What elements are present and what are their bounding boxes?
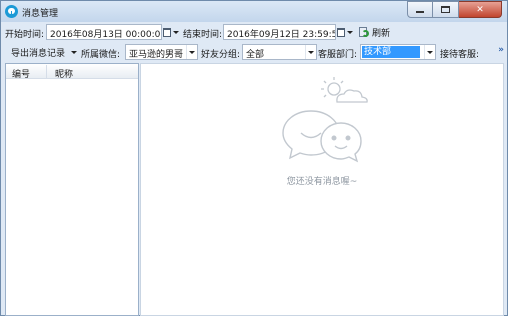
empty-chat-illustration (282, 77, 368, 163)
message-panel: 您还没有消息喔~ (140, 63, 504, 316)
wechat-label: 所属微信: (81, 50, 121, 60)
wechat-select[interactable]: 亚马逊的男哥 (125, 44, 198, 60)
department-select-value: 技术部 (362, 46, 420, 58)
column-header-id[interactable]: 编号 (12, 67, 30, 80)
message-management-window: 消息管理 ✕ 开始时间: 2016年08月13日 00:00:00 结束时间: … (0, 0, 508, 316)
column-header-nickname[interactable]: 昵称 (55, 67, 73, 80)
export-records-label: 导出消息记录 (11, 48, 66, 59)
department-label: 客服部门: (318, 50, 358, 60)
refresh-label: 刷新 (372, 28, 391, 39)
end-date-picker-button[interactable] (337, 25, 355, 39)
time-range-toolbar: 开始时间: 2016年08月13日 00:00:00 结束时间: 2016年09… (5, 23, 505, 41)
sun-cloud-icon (321, 77, 368, 103)
start-date-picker-button[interactable] (163, 25, 181, 39)
session-list[interactable]: 编号 昵称 (5, 63, 139, 316)
app-logo-icon (5, 5, 18, 18)
close-button[interactable]: ✕ (459, 1, 502, 18)
maximize-button[interactable] (433, 1, 459, 18)
wechat-select-value: 亚马逊的男哥 (129, 50, 184, 60)
dropdown-arrow-icon (347, 30, 353, 34)
chevron-down-icon (305, 45, 316, 59)
agent-label: 接待客服: (440, 50, 480, 60)
friend-group-select-value: 全部 (246, 50, 265, 60)
minimize-icon (416, 11, 424, 13)
chevron-down-icon (424, 45, 435, 59)
calendar-icon (163, 27, 171, 37)
dropdown-arrow-icon (71, 50, 78, 54)
end-time-field[interactable]: 2016年09月12日 23:59:59 (223, 24, 336, 40)
friend-group-label: 好友分组: (201, 50, 241, 60)
export-records-button[interactable]: 导出消息记录 (11, 44, 78, 60)
window-controls: ✕ (407, 1, 502, 18)
chat-bubbles-icon (282, 110, 362, 163)
empty-state-message: 您还没有消息喔~ (286, 177, 358, 187)
start-time-label: 开始时间: (5, 30, 45, 40)
title-bar[interactable]: 消息管理 ✕ (1, 1, 507, 22)
department-select[interactable]: 技术部 (360, 44, 436, 60)
minimize-button[interactable] (407, 1, 433, 18)
maximize-icon (441, 6, 450, 13)
refresh-icon (359, 27, 369, 37)
window-title: 消息管理 (22, 9, 59, 19)
filter-toolbar: 导出消息记录 所属微信: 亚马逊的男哥 好友分组: 全部 客服部门: 技术部 接… (5, 43, 505, 61)
close-icon: ✕ (476, 4, 484, 15)
end-time-label: 结束时间: (183, 30, 223, 40)
chevron-down-icon (186, 45, 197, 59)
friend-group-select[interactable]: 全部 (242, 44, 317, 60)
start-time-field[interactable]: 2016年08月13日 00:00:00 (46, 24, 162, 40)
dropdown-arrow-icon (173, 30, 179, 34)
column-divider[interactable] (46, 65, 47, 78)
refresh-button[interactable]: 刷新 (359, 24, 390, 40)
list-header: 编号 昵称 (6, 64, 138, 80)
calendar-icon (337, 27, 345, 37)
more-toolbar-icon[interactable]: » (498, 45, 504, 55)
